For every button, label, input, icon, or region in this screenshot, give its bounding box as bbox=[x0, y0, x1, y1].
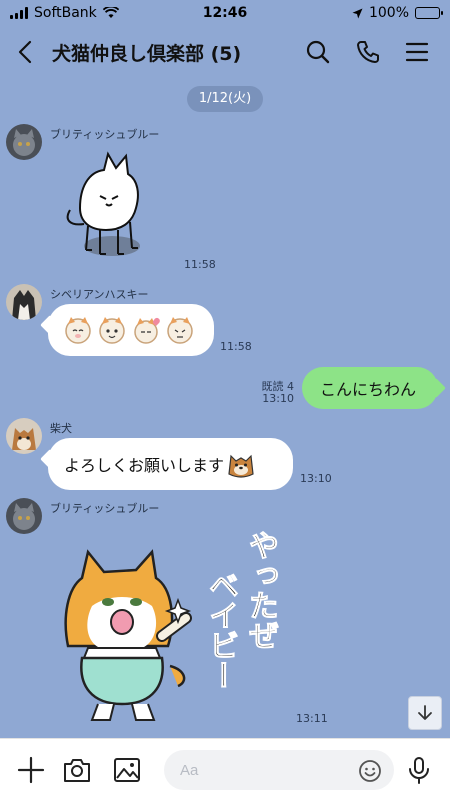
message-time: 11:58 bbox=[220, 340, 252, 353]
avatar[interactable] bbox=[6, 124, 42, 160]
sticker-white-cat[interactable] bbox=[60, 150, 150, 262]
avatar[interactable] bbox=[6, 498, 42, 534]
sticker-caption-line-2: ベイビー bbox=[203, 570, 239, 691]
back-button[interactable] bbox=[14, 38, 38, 66]
sticker-caption-line-1: やったぜ bbox=[243, 530, 279, 651]
status-bar: SoftBank 12:46 100% bbox=[0, 0, 450, 26]
incoming-message-bubble[interactable]: よろしくお願いします bbox=[48, 438, 293, 490]
sender-name: 柴犬 bbox=[50, 422, 72, 435]
avatar[interactable] bbox=[6, 284, 42, 320]
plus-button[interactable] bbox=[16, 755, 46, 785]
location-arrow-icon bbox=[352, 8, 363, 18]
husky-avatar-icon bbox=[6, 284, 42, 320]
camera-icon bbox=[64, 759, 90, 782]
message-text: よろしくお願いします bbox=[64, 456, 225, 475]
emoji-icon bbox=[359, 760, 381, 782]
search-icon bbox=[306, 40, 330, 64]
emoji-button[interactable] bbox=[358, 759, 382, 783]
chat-title: 犬猫仲良し倶楽部 (5) bbox=[52, 43, 242, 65]
sender-name: シベリアンハスキー bbox=[50, 288, 149, 301]
arrow-down-icon bbox=[418, 705, 432, 720]
scroll-to-bottom-button[interactable] bbox=[408, 696, 442, 730]
menu-icon bbox=[405, 42, 429, 62]
message-time: 13:10 bbox=[262, 392, 294, 405]
cat-avatar-icon bbox=[6, 124, 42, 160]
image-icon bbox=[114, 758, 140, 782]
call-button[interactable] bbox=[354, 38, 382, 66]
emoji-bubble[interactable] bbox=[48, 304, 214, 356]
menu-button[interactable] bbox=[403, 38, 431, 66]
sticker-cat-yattaze[interactable]: やったぜ ベイビー bbox=[52, 526, 292, 726]
outgoing-message-bubble[interactable]: こんにちわん bbox=[302, 367, 438, 409]
sender-name: ブリティッシュブルー bbox=[50, 128, 160, 141]
voice-button[interactable] bbox=[404, 755, 434, 785]
phone-icon bbox=[357, 41, 379, 63]
cat-avatar-icon bbox=[6, 498, 42, 534]
shiba-emoji-row-icon bbox=[62, 314, 196, 346]
shiba-face-emoji-icon bbox=[228, 454, 254, 478]
sender-name: ブリティッシュブルー bbox=[50, 502, 160, 515]
plus-icon bbox=[17, 756, 45, 784]
message-time: 11:58 bbox=[184, 258, 216, 271]
back-arrow-icon bbox=[18, 40, 32, 64]
search-button[interactable] bbox=[304, 38, 332, 66]
camera-button[interactable] bbox=[62, 755, 92, 785]
chat-header: 犬猫仲良し倶楽部 (5) bbox=[0, 26, 450, 78]
message-time: 13:11 bbox=[296, 712, 328, 725]
image-button[interactable] bbox=[112, 755, 142, 785]
avatar[interactable] bbox=[6, 418, 42, 454]
microphone-icon bbox=[409, 757, 429, 784]
message-time: 13:10 bbox=[300, 472, 332, 485]
status-right: 100% bbox=[352, 5, 443, 21]
date-separator: 1/12(火) bbox=[187, 86, 263, 112]
white-cat-sticker-icon bbox=[66, 151, 140, 256]
message-input-bar bbox=[0, 738, 450, 800]
message-text: こんにちわん bbox=[320, 380, 417, 399]
shiba-avatar-icon bbox=[6, 418, 42, 454]
battery-percent: 100% bbox=[368, 5, 409, 21]
battery-icon bbox=[415, 7, 443, 19]
